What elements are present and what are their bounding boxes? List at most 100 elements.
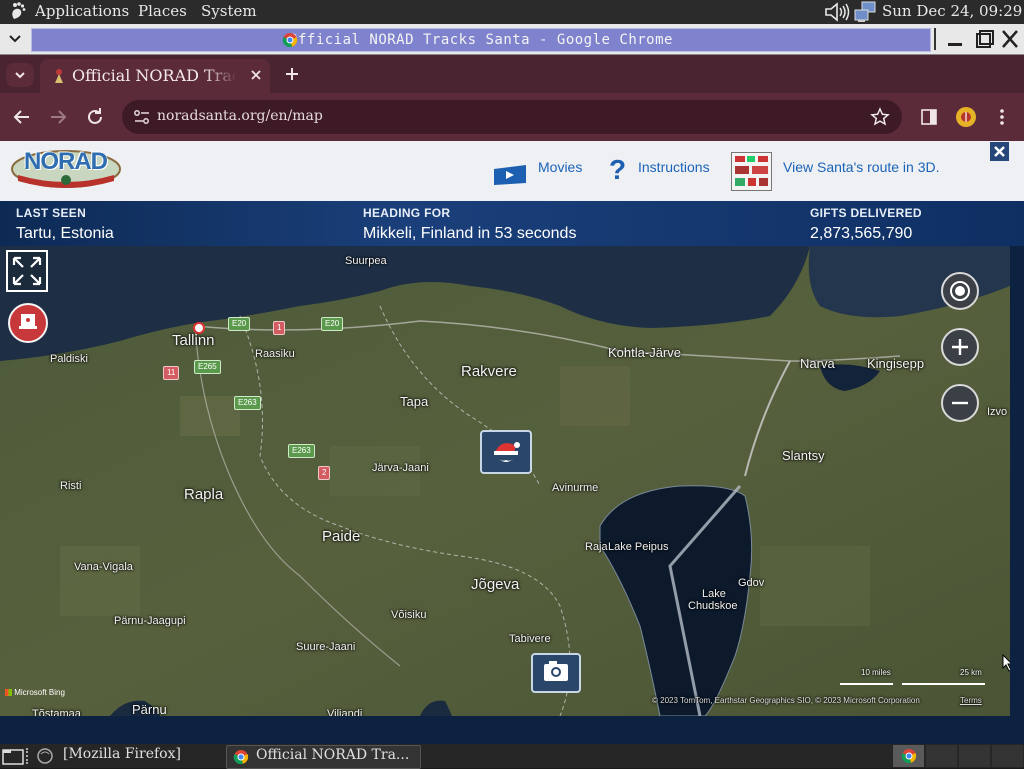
workspace-2[interactable]: [926, 745, 957, 767]
place-label: Tallinn: [172, 332, 215, 349]
movies-link[interactable]: Movies: [538, 159, 582, 175]
road-shield: E263: [288, 444, 315, 458]
place-label: Pärnu-Jaagupi: [114, 615, 186, 627]
zoom-in-icon[interactable]: [941, 328, 979, 366]
mouse-cursor-icon: [1002, 653, 1010, 676]
close-window-icon[interactable]: [998, 28, 1022, 50]
minimize-icon[interactable]: [943, 28, 967, 50]
firefox-taskbar-icon: [36, 747, 54, 769]
clock[interactable]: Sun Dec 24, 09:29: [882, 2, 1022, 20]
workspace-switcher[interactable]: [893, 745, 924, 767]
place-label: Avinurme: [552, 482, 599, 494]
place-label: Gdov: [738, 577, 765, 589]
santa-marker[interactable]: [480, 430, 532, 474]
road-shield: 11: [163, 366, 180, 380]
place-label: Kohtla-Järve: [608, 345, 681, 360]
place-label: Chudskoe: [688, 600, 738, 612]
place-label: Võisiku: [391, 609, 427, 621]
place-label: Risti: [60, 480, 82, 492]
place-label: Rakvere: [461, 363, 517, 380]
site-header: NORAD Movies ? Instructions View Santa's…: [0, 141, 1024, 201]
taskbar-item-firefox[interactable]: [Mozilla Firefox]: [63, 746, 181, 762]
place-label: Suure-Jaani: [296, 641, 356, 653]
road-shield: E20: [321, 317, 344, 331]
movies-icon[interactable]: [492, 163, 528, 191]
window-title: Official NORAD Tracks Santa - Google Chr…: [289, 32, 673, 48]
place-label: Izvo: [987, 406, 1008, 418]
place-label: Tapa: [400, 394, 429, 409]
place-label: Kingisepp: [867, 356, 925, 371]
tab-close-icon[interactable]: [248, 67, 264, 87]
place-label: Lake: [702, 588, 726, 600]
map-terrain: [0, 246, 1010, 716]
system-menu[interactable]: System: [201, 2, 257, 20]
browser-toolbar: noradsanta.org/en/map: [0, 93, 1024, 141]
locate-icon[interactable]: [941, 272, 979, 310]
norad-logo[interactable]: NORAD: [10, 145, 122, 189]
3d-route-thumbnail-icon[interactable]: [731, 152, 772, 195]
photo-marker[interactable]: [531, 653, 581, 693]
taskbar-handle: [26, 748, 32, 764]
window-title-strip: Official NORAD Tracks Santa - Google Chr…: [31, 28, 931, 52]
forward-arrow-icon[interactable]: [47, 107, 69, 131]
taskbar-item-chrome[interactable]: Official NORAD Tra...: [226, 745, 421, 769]
places-menu[interactable]: Places: [138, 2, 187, 20]
maximize-icon[interactable]: [971, 28, 995, 50]
volume-muted-icon[interactable]: [824, 2, 852, 26]
road-shield: E263: [234, 396, 261, 410]
gnome-foot-icon[interactable]: [8, 1, 28, 25]
place-label: Rapla: [184, 486, 224, 503]
workspace-4[interactable]: [992, 745, 1023, 767]
bookmark-star-icon[interactable]: [870, 107, 890, 131]
tab-bar: Official NORAD Track: [0, 55, 1024, 93]
tab-norad[interactable]: Official NORAD Track: [40, 59, 270, 93]
close-header-icon[interactable]: [990, 142, 1009, 161]
terms-link[interactable]: Terms: [960, 696, 982, 705]
profile-avatar-icon[interactable]: [955, 106, 977, 132]
scale-miles: 10 miles: [861, 668, 891, 677]
tracker-badge-icon[interactable]: [8, 303, 48, 343]
road-shield: 1: [273, 321, 286, 335]
instructions-link[interactable]: Instructions: [638, 159, 710, 175]
zoom-out-icon[interactable]: [941, 384, 979, 422]
workspace-3[interactable]: [959, 745, 990, 767]
road-shield: E20: [228, 317, 251, 331]
chrome-menu-icon[interactable]: [995, 107, 1009, 131]
last-seen-value: Tartu, Estonia: [16, 225, 114, 242]
gifts-delivered-label: GIFTS DELIVERED: [810, 206, 922, 220]
new-tab-icon[interactable]: [282, 64, 302, 88]
place-label: Paldiski: [50, 353, 88, 365]
window-titlebar[interactable]: Official NORAD Tracks Santa - Google Chr…: [0, 24, 1024, 55]
taskbar-chrome-label: Official NORAD Tra...: [256, 747, 410, 763]
last-seen-label: LAST SEEN: [16, 206, 87, 220]
place-label: Jõgeva: [471, 576, 520, 593]
tab-search-icon[interactable]: [6, 63, 34, 87]
back-arrow-icon[interactable]: [11, 107, 33, 131]
url-text[interactable]: noradsanta.org/en/map: [157, 108, 323, 124]
window-menu-chevron-icon[interactable]: [3, 28, 27, 50]
question-mark-icon[interactable]: ?: [609, 154, 626, 186]
site-info-icon[interactable]: [133, 109, 151, 129]
place-label: Slantsy: [782, 448, 825, 463]
applications-menu[interactable]: Applications: [35, 2, 129, 20]
bing-logo[interactable]: Microsoft Bing: [5, 688, 65, 697]
road-shield: 2: [318, 466, 331, 480]
place-label: Viljandi: [327, 708, 363, 716]
camera-icon: [544, 661, 568, 681]
reload-icon[interactable]: [84, 106, 106, 132]
tab-title: Official NORAD Track: [72, 66, 237, 85]
chrome-taskbar-icon: [233, 750, 249, 765]
norad-favicon-icon: [52, 67, 66, 87]
place-label: Raja: [585, 541, 608, 553]
satellite-map[interactable]: Suurpea Tallinn Paldiski Raasiku Rakvere…: [0, 246, 1010, 716]
place-label: Vana-Vigala: [74, 561, 133, 573]
fullscreen-icon[interactable]: [6, 250, 48, 292]
road-shield: E265: [194, 360, 221, 374]
place-label: Raasiku: [255, 348, 295, 360]
address-bar[interactable]: noradsanta.org/en/map: [122, 100, 902, 134]
side-panel-icon[interactable]: [920, 108, 938, 130]
page-content: NORAD Movies ? Instructions View Santa's…: [0, 141, 1024, 744]
show-desktop-icon[interactable]: [2, 747, 24, 769]
place-label: Paide: [322, 528, 361, 545]
route-3d-link[interactable]: View Santa's route in 3D.: [783, 159, 940, 175]
